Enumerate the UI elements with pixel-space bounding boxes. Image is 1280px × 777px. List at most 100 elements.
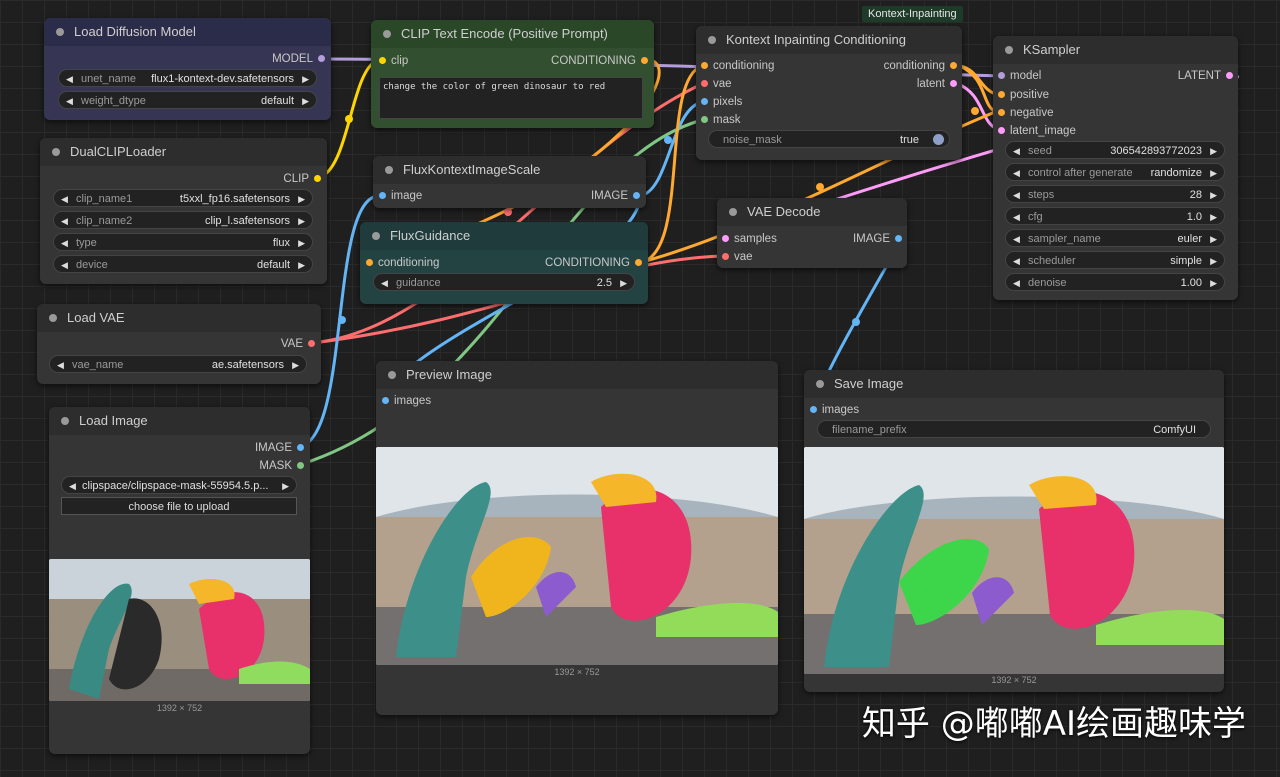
input-vae[interactable]: vae [701, 77, 732, 91]
node-title[interactable]: VAE Decode [717, 198, 907, 226]
output-image[interactable]: IMAGE [853, 232, 902, 246]
images-input-dot[interactable] [382, 397, 389, 404]
output-conditioning[interactable]: CONDITIONING [551, 54, 648, 68]
arrow-right-icon[interactable]: ▶ [1210, 142, 1217, 160]
scheduler-widget[interactable]: ◀ scheduler simple ▶ [1005, 251, 1225, 269]
clip-name1-widget[interactable]: ◀ clip_name1 t5xxl_fp16.safetensors ▶ [53, 189, 313, 207]
images-input-dot[interactable] [810, 406, 817, 413]
input-model[interactable]: model [998, 69, 1041, 83]
node-title[interactable]: Preview Image [376, 361, 778, 389]
model-input-dot[interactable] [998, 72, 1005, 79]
output-vae[interactable]: VAE [281, 337, 315, 351]
node-vae-decode[interactable]: VAE Decode samples vae IMAGE [717, 198, 907, 268]
arrow-right-icon[interactable]: ▶ [298, 190, 305, 208]
node-preview-image[interactable]: Preview Image images 1392 × 752 [376, 361, 778, 715]
latent-input-dot[interactable] [998, 127, 1005, 134]
node-load-diffusion-model[interactable]: Load Diffusion Model MODEL ◀ unet_name flu… [44, 18, 331, 120]
arrow-right-icon[interactable]: ▶ [302, 92, 309, 110]
arrow-right-icon[interactable]: ▶ [298, 234, 305, 252]
input-samples[interactable]: samples [722, 232, 777, 246]
arrow-left-icon[interactable]: ◀ [61, 234, 68, 252]
input-positive[interactable]: positive [998, 88, 1049, 102]
image-input-dot[interactable] [379, 192, 386, 199]
arrow-left-icon[interactable]: ◀ [66, 70, 73, 88]
input-conditioning[interactable]: conditioning [701, 59, 774, 73]
input-negative[interactable]: negative [998, 106, 1053, 120]
arrow-right-icon[interactable]: ▶ [620, 274, 627, 292]
arrow-left-icon[interactable]: ◀ [381, 274, 388, 292]
input-clip[interactable]: clip [379, 54, 408, 68]
input-vae[interactable]: vae [722, 250, 753, 264]
input-image[interactable]: image [379, 189, 422, 203]
input-pixels[interactable]: pixels [701, 95, 742, 109]
latent-output-dot[interactable] [950, 80, 957, 87]
node-flux-kontext-image-scale[interactable]: FluxKontextImageScale image IMAGE [373, 156, 646, 208]
arrow-right-icon[interactable]: ▶ [1210, 164, 1217, 182]
control-after-generate-widget[interactable]: ◀ control after generate randomize ▶ [1005, 163, 1225, 181]
node-dual-clip-loader[interactable]: DualCLIPLoader CLIP ◀ clip_name1 t5xxl_fp1… [40, 138, 327, 284]
clip-input-dot[interactable] [379, 57, 386, 64]
node-title[interactable]: Save Image [804, 370, 1224, 398]
arrow-left-icon[interactable]: ◀ [1013, 186, 1020, 204]
node-load-image[interactable]: Load Image IMAGE MASK ◀ clipspace/clipspa… [49, 407, 310, 754]
arrow-right-icon[interactable]: ▶ [298, 212, 305, 230]
node-title[interactable]: FluxKontextImageScale [373, 156, 646, 184]
pixels-input-dot[interactable] [701, 98, 708, 105]
node-kontext-inpainting-conditioning[interactable]: Kontext Inpainting Conditioning conditio… [696, 26, 962, 160]
input-latent-image[interactable]: latent_image [998, 124, 1076, 138]
arrow-left-icon[interactable]: ◀ [1013, 252, 1020, 270]
node-title[interactable]: KSampler [993, 36, 1238, 64]
node-title[interactable]: Load VAE [37, 304, 321, 332]
denoise-widget[interactable]: ◀ denoise 1.00 ▶ [1005, 273, 1225, 291]
arrow-right-icon[interactable]: ▶ [1210, 230, 1217, 248]
arrow-right-icon[interactable]: ▶ [1210, 252, 1217, 270]
output-image[interactable]: IMAGE [591, 189, 640, 203]
node-title[interactable]: FluxGuidance [360, 222, 648, 250]
arrow-left-icon[interactable]: ◀ [57, 356, 64, 374]
output-latent[interactable]: LATENT [1178, 69, 1233, 83]
node-title[interactable]: Load Image [49, 407, 310, 435]
arrow-right-icon[interactable]: ▶ [292, 356, 299, 374]
node-save-image[interactable]: Save Image images filename_prefix ComfyUI… [804, 370, 1224, 692]
vae-input-dot[interactable] [701, 80, 708, 87]
conditioning-output-dot[interactable] [950, 62, 957, 69]
vae-input-dot[interactable] [722, 253, 729, 260]
arrow-left-icon[interactable]: ◀ [1013, 164, 1020, 182]
cfg-widget[interactable]: ◀ cfg 1.0 ▶ [1005, 207, 1225, 225]
output-latent[interactable]: latent [917, 77, 957, 91]
input-conditioning[interactable]: conditioning [366, 256, 439, 270]
seed-widget[interactable]: ◀ seed 306542893772023 ▶ [1005, 141, 1225, 159]
filename-prefix-widget[interactable]: filename_prefix ComfyUI [817, 420, 1211, 438]
arrow-left-icon[interactable]: ◀ [61, 212, 68, 230]
sampler-name-widget[interactable]: ◀ sampler_name euler ▶ [1005, 229, 1225, 247]
mask-input-dot[interactable] [701, 116, 708, 123]
node-clip-text-encode[interactable]: CLIP Text Encode (Positive Prompt) clip … [371, 20, 654, 128]
arrow-right-icon[interactable]: ▶ [282, 477, 289, 495]
weight-dtype-widget[interactable]: ◀ weight_dtype default ▶ [58, 91, 317, 109]
image-file-widget[interactable]: ◀ clipspace/clipspace-mask-55954.5.p... ▶ [61, 476, 297, 494]
latent-output-dot[interactable] [1226, 72, 1233, 79]
node-load-vae[interactable]: Load VAE VAE ◀ vae_name ae.safetensors ▶ [37, 304, 321, 384]
arrow-left-icon[interactable]: ◀ [1013, 230, 1020, 248]
arrow-right-icon[interactable]: ▶ [1210, 186, 1217, 204]
mask-output-dot[interactable] [297, 462, 304, 469]
node-title[interactable]: DualCLIPLoader [40, 138, 327, 166]
clip-name2-widget[interactable]: ◀ clip_name2 clip_l.safetensors ▶ [53, 211, 313, 229]
node-flux-guidance[interactable]: FluxGuidance conditioning CONDITIONING ◀… [360, 222, 648, 304]
arrow-right-icon[interactable]: ▶ [1210, 274, 1217, 292]
vae-output-dot[interactable] [308, 340, 315, 347]
guidance-widget[interactable]: ◀ guidance 2.5 ▶ [373, 273, 635, 291]
output-clip[interactable]: CLIP [283, 172, 321, 186]
samples-input-dot[interactable] [722, 235, 729, 242]
arrow-right-icon[interactable]: ▶ [298, 256, 305, 274]
image-output-dot[interactable] [895, 235, 902, 242]
steps-widget[interactable]: ◀ steps 28 ▶ [1005, 185, 1225, 203]
arrow-left-icon[interactable]: ◀ [1013, 142, 1020, 160]
output-model[interactable]: MODEL [272, 52, 325, 66]
node-title[interactable]: CLIP Text Encode (Positive Prompt) [371, 20, 654, 48]
vae-name-widget[interactable]: ◀ vae_name ae.safetensors ▶ [49, 355, 307, 373]
arrow-left-icon[interactable]: ◀ [69, 477, 76, 495]
conditioning-input-dot[interactable] [366, 259, 373, 266]
clip-output-dot[interactable] [314, 175, 321, 182]
arrow-left-icon[interactable]: ◀ [61, 190, 68, 208]
